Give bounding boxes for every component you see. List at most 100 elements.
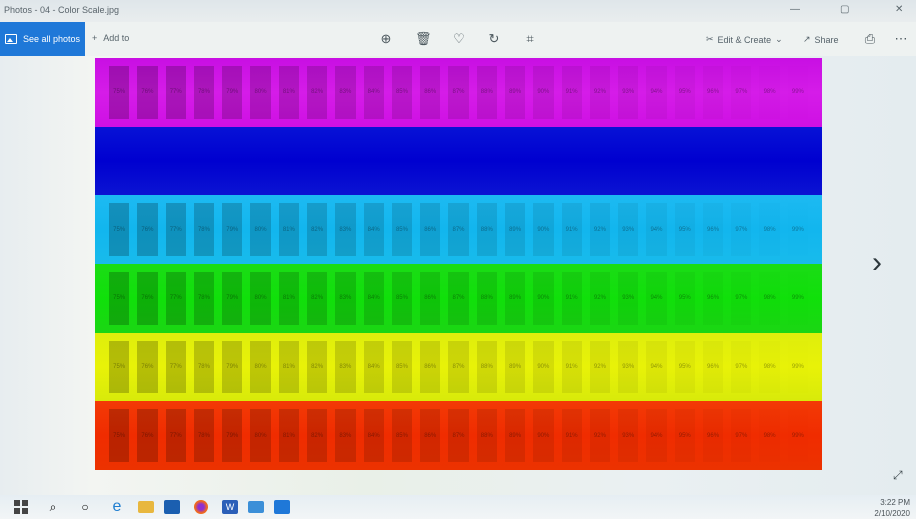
swatch-cell: 94% [646,66,667,119]
swatch-cell: 78% [193,66,215,119]
swatch-cell: 75% [109,66,130,119]
minimize-button[interactable]: — [790,4,800,15]
swatch-cell: 90% [533,203,554,257]
swatch-cell: 93% [618,340,639,394]
outlook-icon[interactable] [164,500,180,514]
swatch-cell: 76% [137,203,158,257]
swatch-cell: 91% [561,272,582,325]
see-all-photos-button[interactable]: See all photos [0,22,85,56]
search-icon[interactable]: ⌕ [42,498,64,516]
swatch-cell: 86% [420,203,441,257]
swatch-cell: 87% [448,409,469,463]
clock-time: 3:22 PM [880,498,910,507]
swatch-cell: 78% [193,340,215,394]
swatch-cell: 83% [335,272,356,325]
swatch-cell: 80% [250,272,271,325]
swatch-cell: 93% [618,272,639,325]
swatch-cell: 99% [791,364,804,371]
swatch-cell: 83% [335,340,356,394]
swatch-cell: 79% [222,272,243,325]
swatch-cell: 78% [193,409,215,463]
swatch-cell: 88% [476,409,497,463]
swatch-cell: 88% [476,340,497,394]
swatch-cell: 93% [618,66,639,119]
swatch-cell: 77% [165,409,186,463]
swatch-cell: 91% [561,66,582,119]
green-band: 75% 76% 77% 78% 79% 80% 81% 82% 83% 84% 85% 86% 87% 8… [95,264,822,333]
photos-icon [5,34,17,44]
rotate-icon[interactable]: ↻ [486,31,502,47]
share-button[interactable]: ↗ Share [803,34,839,45]
swatch-cell: 82% [306,340,328,394]
swatch-cell: 80% [250,203,271,257]
toolbar: See all photos + Add to ⊕ 🗑 ♡ ↻ ⌗ ✂ Edit… [0,22,916,56]
swatch-cell: 83% [335,409,356,463]
photos-icon[interactable] [274,500,290,514]
swatch-cell: 96% [703,341,723,394]
file-explorer-icon[interactable] [138,501,154,513]
next-photo-button[interactable]: › [872,248,882,278]
swatch-cell: 84% [363,409,384,463]
swatch-cell: 95% [674,203,695,257]
crop-icon[interactable]: ⌗ [522,31,538,47]
task-view-icon[interactable]: ○ [74,498,96,516]
swatch-cell: 96% [703,272,723,325]
share-icon: ↗ [803,34,811,44]
swatch-cell: 96% [703,203,723,256]
swatch-cell: 78% [193,272,215,325]
system-clock[interactable]: 3:22 PM 2/10/2020 [874,497,910,519]
maximize-button[interactable]: ▢ [840,4,849,15]
delete-icon[interactable]: 🗑 [415,31,432,47]
share-label: Share [814,34,839,45]
word-icon[interactable]: W [222,500,238,514]
cell-row: 75% 76% 77% 78% 79% 80% 81% 82% 83% 84% 85% 86% 87% 8… [109,340,808,394]
blue-band [95,126,822,196]
swatch-cell: 90% [533,340,554,394]
swatch-cell: 96% [703,66,723,119]
more-icon[interactable]: ⋯ [893,31,909,47]
favorite-icon[interactable]: ♡ [451,31,467,47]
swatch-cell: 82% [306,272,328,325]
swatch-cell: 95% [674,340,695,394]
swatch-cell: 87% [448,340,469,394]
zoom-in-icon[interactable]: ⊕ [378,31,394,47]
add-to-button[interactable]: + Add to [92,33,129,43]
firefox-icon[interactable] [190,498,212,516]
swatch-cell: 93% [618,409,639,463]
swatch-cell: 87% [448,272,469,325]
swatch-cell: 86% [420,272,441,325]
swatch-cell: 89% [504,203,526,257]
swatch-cell: 85% [391,203,413,257]
swatch-cell: 87% [448,203,469,257]
swatch-cell: 90% [533,272,554,325]
swatch-cell: 99% [791,432,804,439]
remote-desktop-icon[interactable] [248,501,264,513]
swatch-cell: 94% [646,272,667,325]
fullscreen-icon[interactable]: ⤢ [893,468,903,483]
cell-row: 75% 76% 77% 78% 79% 80% 81% 82% 83% 84% 85% 86% 87% 8… [109,409,808,463]
swatch-cell: 84% [363,272,384,325]
swatch-cell: 82% [306,66,328,119]
close-button[interactable]: ✕ [895,4,903,15]
swatch-cell: 77% [165,66,186,119]
swatch-cell: 99% [791,295,804,302]
print-icon[interactable]: ⎙ [862,31,878,47]
swatch-cell: 88% [476,203,497,257]
clock-date: 2/10/2020 [874,509,910,518]
add-to-label: Add to [103,33,130,43]
swatch-cell: 88% [476,272,497,325]
red-band: 75% 76% 77% 78% 79% 80% 81% 82% 83% 84% 85% 86% 87% 8… [95,401,822,471]
swatch-cell: 92% [589,409,611,463]
swatch-cell: 86% [420,340,441,394]
swatch-cell: 98% [763,89,776,96]
swatch-cell: 92% [589,340,611,394]
edit-create-button[interactable]: ✂ Edit & Create ⌄ [706,34,783,45]
swatch-cell: 81% [278,66,299,119]
swatch-cell: 84% [363,203,384,257]
swatch-cell: 81% [278,272,299,325]
swatch-cell: 82% [306,203,328,257]
edge-icon[interactable]: e [106,498,128,516]
windows-start-icon[interactable] [10,498,32,516]
swatch-cell: 97% [731,272,751,325]
swatch-cell: 89% [504,272,526,325]
